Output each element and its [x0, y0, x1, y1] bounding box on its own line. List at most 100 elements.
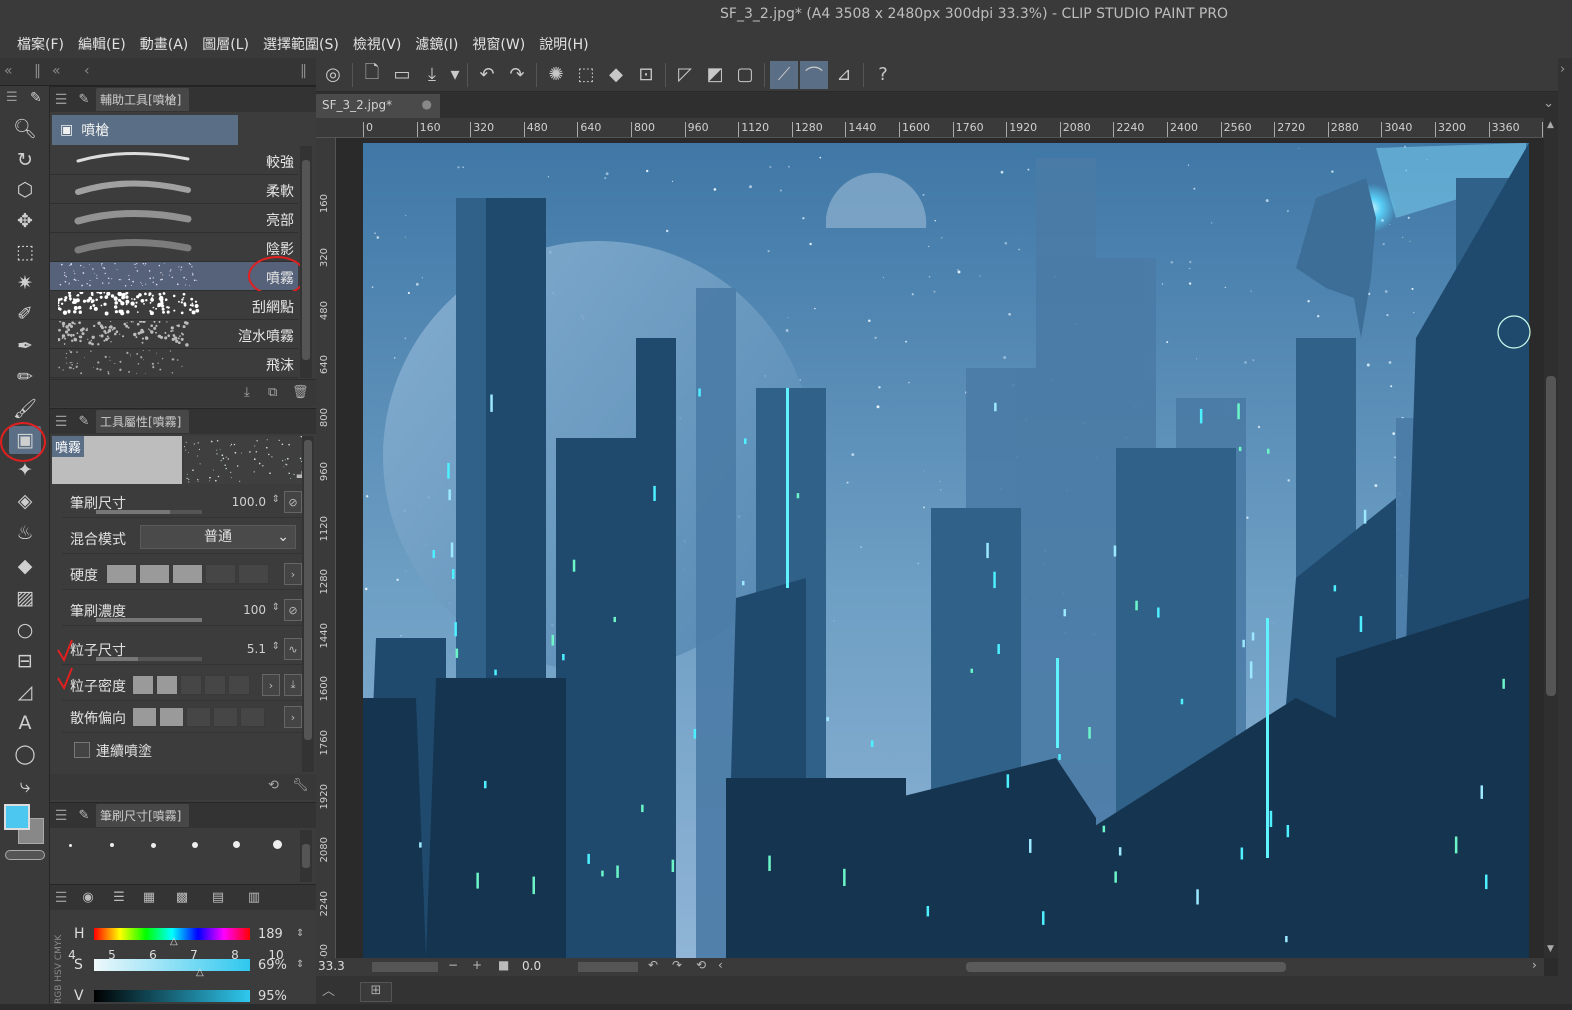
- scroll-down-icon[interactable]: ▼: [1547, 944, 1554, 954]
- blend-tool-icon[interactable]: ♨: [9, 519, 41, 547]
- rotation-slider[interactable]: [578, 962, 638, 972]
- zoom-value[interactable]: 33.3: [318, 959, 345, 973]
- deselect-icon[interactable]: ◸: [671, 61, 699, 89]
- auto-select-icon[interactable]: ✷: [9, 269, 41, 297]
- download-icon[interactable]: ⤓: [284, 674, 302, 696]
- arrow-left-icon[interactable]: ‹: [84, 63, 90, 79]
- open-file-icon[interactable]: ▭: [388, 61, 416, 89]
- rotation-value[interactable]: 0.0: [522, 959, 541, 973]
- pen-tool-icon[interactable]: ✒: [9, 332, 41, 360]
- eraser-tool-icon[interactable]: ◈: [9, 487, 41, 515]
- drag-handle-icon[interactable]: ‖: [34, 63, 41, 79]
- continuous-spray-checkbox[interactable]: [74, 742, 90, 758]
- scrollbar-thumb[interactable]: [302, 844, 310, 868]
- menu-file[interactable]: 檔案(F): [10, 34, 71, 54]
- spray-deviation-selector[interactable]: [132, 707, 267, 727]
- brush-size-value[interactable]: 100.0: [232, 495, 266, 509]
- rotate-right-icon[interactable]: ↷: [672, 958, 682, 972]
- brush-size-row[interactable]: 筆刷尺寸 100.0 ⇕ ⊘: [62, 486, 306, 518]
- brush-item-screentone[interactable]: 刮網點: [50, 291, 298, 320]
- scrollbar-thumb[interactable]: [304, 440, 312, 740]
- redo-icon[interactable]: ↷: [503, 61, 531, 89]
- collapse-left-icon[interactable]: «: [4, 63, 13, 79]
- object-tool-icon[interactable]: ⬡: [9, 176, 41, 204]
- fit-icon[interactable]: ■: [498, 958, 509, 972]
- menu-edit[interactable]: 編輯(E): [71, 34, 133, 54]
- collapse-up-icon[interactable]: ︿: [322, 980, 335, 999]
- scroll-left-icon[interactable]: ‹: [718, 958, 723, 972]
- size-dot-5[interactable]: [110, 843, 114, 847]
- document-tab[interactable]: SF_3_2.jpg* ●: [316, 94, 440, 118]
- size-dot-4[interactable]: [69, 844, 72, 847]
- menu-window[interactable]: 視窗(W): [465, 34, 532, 54]
- panel-menu-icon[interactable]: ☰: [50, 414, 72, 430]
- color-mode-hsv-tab[interactable]: HSV: [54, 963, 64, 982]
- brush-size-slider[interactable]: [96, 510, 202, 514]
- foreground-color-swatch[interactable]: [4, 804, 30, 830]
- expand-right-icon[interactable]: ›: [1560, 62, 1565, 77]
- hue-pointer-icon[interactable]: △: [170, 936, 178, 947]
- particle-density-selector[interactable]: [132, 675, 252, 695]
- canvas-area[interactable]: [336, 138, 1544, 958]
- expand-arrow-icon[interactable]: ›: [284, 706, 302, 728]
- clip-studio-icon[interactable]: ◎: [319, 61, 347, 89]
- approximate-color-tab-icon[interactable]: ▤: [200, 890, 236, 905]
- brush-density-value[interactable]: 100: [243, 603, 266, 617]
- menu-animation[interactable]: 動畫(A): [133, 34, 196, 54]
- chevron-down-icon[interactable]: ▾: [448, 61, 462, 89]
- fill-icon[interactable]: ◆: [602, 61, 630, 89]
- hardness-selector[interactable]: [106, 564, 271, 584]
- color-mode-cmyk-tab[interactable]: CMYK: [54, 935, 64, 960]
- collapse-panel-icon[interactable]: «: [52, 63, 61, 79]
- stepper-icon[interactable]: ⇕: [272, 641, 280, 652]
- fill-tool-icon[interactable]: ◆: [9, 552, 41, 580]
- rotate-tool-icon[interactable]: ↻: [9, 146, 41, 174]
- panel-menu-icon[interactable]: ☰: [50, 808, 72, 824]
- saturation-pointer-icon[interactable]: △: [196, 967, 204, 978]
- copy-subtool-icon[interactable]: ⧉: [268, 385, 277, 400]
- import-subtool-icon[interactable]: ⤓: [244, 385, 250, 400]
- blend-mode-select[interactable]: 普通 ⌄: [140, 525, 296, 549]
- color-wheel-tab-icon[interactable]: ◉: [72, 890, 104, 905]
- menu-layer[interactable]: 圖層(L): [195, 34, 256, 54]
- pressure-settings-button[interactable]: ⊘: [284, 491, 302, 513]
- pressure-settings-button[interactable]: ∿: [284, 638, 302, 660]
- brush-density-slider[interactable]: [96, 618, 202, 622]
- text-tool-icon[interactable]: A: [9, 709, 41, 737]
- size-dot-8[interactable]: [233, 841, 240, 848]
- color-slider-tab-icon[interactable]: ☰: [104, 890, 134, 905]
- ruler-tool-icon[interactable]: ◿: [9, 678, 41, 706]
- zoom-tool-icon[interactable]: 🔍︎: [9, 114, 41, 142]
- size-dot-6[interactable]: [151, 843, 156, 848]
- snap-special-ruler-icon[interactable]: ⌒: [800, 60, 828, 89]
- clear-icon[interactable]: ⬚: [572, 61, 600, 89]
- decoration-tool-icon[interactable]: ✦: [9, 456, 41, 484]
- particle-size-row[interactable]: 粒子尺寸 5.1 ⇕ ∿: [62, 633, 306, 665]
- value-slider-row[interactable]: V 95%: [74, 984, 314, 1010]
- stepper-icon[interactable]: ⇕: [272, 494, 280, 505]
- rotate-left-icon[interactable]: ↶: [648, 958, 658, 972]
- continuous-spray-row[interactable]: 連續噴塗: [62, 734, 306, 766]
- transform-icon[interactable]: ⊡: [632, 61, 660, 89]
- undo-icon[interactable]: ↶: [473, 61, 501, 89]
- loading-icon[interactable]: ✺: [542, 61, 570, 89]
- canvas-vertical-scrollbar[interactable]: ▲ ▼: [1544, 118, 1558, 958]
- menu-help[interactable]: 說明(H): [532, 34, 595, 54]
- horizontal-scroll-thumb[interactable]: [966, 962, 1286, 972]
- selection-tool-icon[interactable]: ⬚: [9, 238, 41, 266]
- saturation-slider[interactable]: [94, 959, 250, 971]
- stepper-icon[interactable]: ⇕: [296, 928, 304, 939]
- frame-tool-icon[interactable]: ⊟: [9, 647, 41, 675]
- particle-size-slider[interactable]: [96, 657, 202, 661]
- scroll-up-icon[interactable]: ▲: [1547, 120, 1554, 130]
- delete-subtool-icon[interactable]: 🗑︎: [292, 385, 309, 400]
- timeline-icon[interactable]: ⊞: [360, 982, 392, 1002]
- zoom-in-icon[interactable]: +: [472, 958, 482, 972]
- move-layer-icon[interactable]: ✥: [9, 207, 41, 235]
- hue-value[interactable]: 189: [258, 927, 283, 942]
- tabs-menu-icon[interactable]: ⌄: [1543, 96, 1554, 111]
- saturation-value[interactable]: 69%: [258, 958, 287, 973]
- saturation-slider-row[interactable]: S △ 69% ⇕: [74, 953, 314, 979]
- brush-item-shadow[interactable]: 陰影: [50, 233, 298, 262]
- transparent-color-icon[interactable]: [5, 850, 45, 860]
